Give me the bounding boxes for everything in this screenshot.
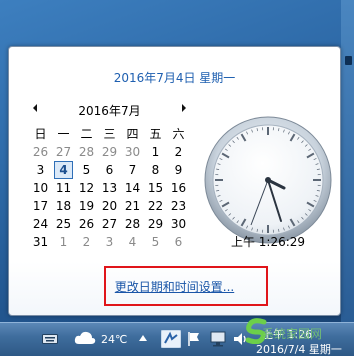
calendar-day[interactable]: 3 (29, 161, 52, 179)
calendar-day[interactable]: 14 (121, 179, 144, 197)
calendar-day[interactable]: 6 (98, 161, 121, 179)
calendar-day[interactable]: 5 (144, 233, 167, 251)
clock-center (265, 177, 271, 183)
calendar-day[interactable]: 8 (144, 161, 167, 179)
change-date-time-settings-link[interactable]: 更改日期和时间设置... (115, 280, 234, 294)
calendar-day-today[interactable]: 4 (52, 161, 75, 179)
weekday-header: 日 (34, 127, 47, 141)
weekday-header: 一 (57, 127, 70, 141)
calendar-day[interactable]: 16 (167, 179, 190, 197)
calendar-day[interactable]: 17 (29, 197, 52, 215)
calendar-day[interactable]: 28 (75, 143, 98, 161)
calendar-day[interactable]: 29 (98, 143, 121, 161)
calendar-day[interactable]: 24 (29, 215, 52, 233)
calendar-day[interactable]: 3 (98, 233, 121, 251)
calendar-day[interactable]: 1 (52, 233, 75, 251)
calendar-day[interactable]: 30 (167, 215, 190, 233)
calendar-day[interactable]: 30 (121, 143, 144, 161)
calendar-day[interactable]: 15 (144, 179, 167, 197)
calendar-day[interactable]: 20 (98, 197, 121, 215)
desktop-edge-mark (345, 56, 352, 65)
watermark-text: 系统家园网 (262, 327, 323, 341)
calendar-day[interactable]: 2 (75, 233, 98, 251)
calendar-day[interactable]: 4 (121, 233, 144, 251)
calendar-day[interactable]: 27 (98, 215, 121, 233)
calendar-day[interactable]: 6 (167, 233, 190, 251)
calendar-day[interactable]: 2 (167, 143, 190, 161)
calendar-day[interactable]: 22 (144, 197, 167, 215)
calendar-day[interactable]: 31 (29, 233, 52, 251)
calendar-day[interactable]: 12 (75, 179, 98, 197)
calendar-header: 2016年7月 (31, 102, 188, 120)
next-month-icon[interactable] (182, 104, 186, 112)
calendar-day[interactable]: 28 (121, 215, 144, 233)
calendar-day[interactable]: 26 (75, 215, 98, 233)
calendar-day[interactable]: 1 (144, 143, 167, 161)
calendar-day[interactable]: 9 (167, 161, 190, 179)
analog-clock (204, 116, 332, 244)
cloud-icon[interactable] (74, 330, 96, 346)
calendar-day[interactable]: 29 (144, 215, 167, 233)
calendar-day[interactable]: 21 (121, 197, 144, 215)
date-time-popup: 2016年7月4日 星期一 2016年7月 日一二三四五六 26 27 28 29 30 1… (8, 46, 341, 316)
calendar-day[interactable]: 19 (75, 197, 98, 215)
weekday-header: 六 (172, 127, 185, 141)
calendar-day[interactable]: 23 (167, 197, 190, 215)
calendar-day[interactable]: 25 (52, 215, 75, 233)
network-icon[interactable] (210, 331, 228, 347)
change-settings-row: 更改日期和时间设置... (9, 278, 340, 295)
weekday-header: 三 (103, 127, 116, 141)
keyboard-icon[interactable] (42, 333, 58, 345)
calendar-day[interactable]: 5 (75, 161, 98, 179)
calendar-day[interactable]: 10 (29, 179, 52, 197)
action-center-icon[interactable] (187, 331, 201, 347)
weekday-header: 四 (126, 127, 139, 141)
digital-time: 上午 1:26:29 (230, 235, 306, 249)
full-date-header[interactable]: 2016年7月4日 星期一 (9, 69, 340, 86)
desktop-right-strip (341, 0, 354, 322)
calendar-grid: 日一二三四五六 26 27 28 29 30 1 2 3 4 5 6 7 8 9 10 11 12 13 14 15 16… (29, 125, 190, 251)
calendar-day[interactable]: 26 (29, 143, 52, 161)
temperature-text[interactable]: 24℃ (101, 333, 127, 346)
weekday-header: 五 (149, 127, 162, 141)
calendar-day[interactable]: 18 (52, 197, 75, 215)
triangle-up-icon[interactable] (139, 335, 147, 341)
calendar-day[interactable]: 13 (98, 179, 121, 197)
weekday-header: 二 (80, 127, 93, 141)
calendar-month-title[interactable]: 2016年7月 (31, 102, 188, 119)
calendar-day[interactable]: 11 (52, 179, 75, 197)
calendar-day[interactable]: 7 (121, 161, 144, 179)
tray-app-icon[interactable] (161, 330, 181, 348)
calendar-day[interactable]: 27 (52, 143, 75, 161)
